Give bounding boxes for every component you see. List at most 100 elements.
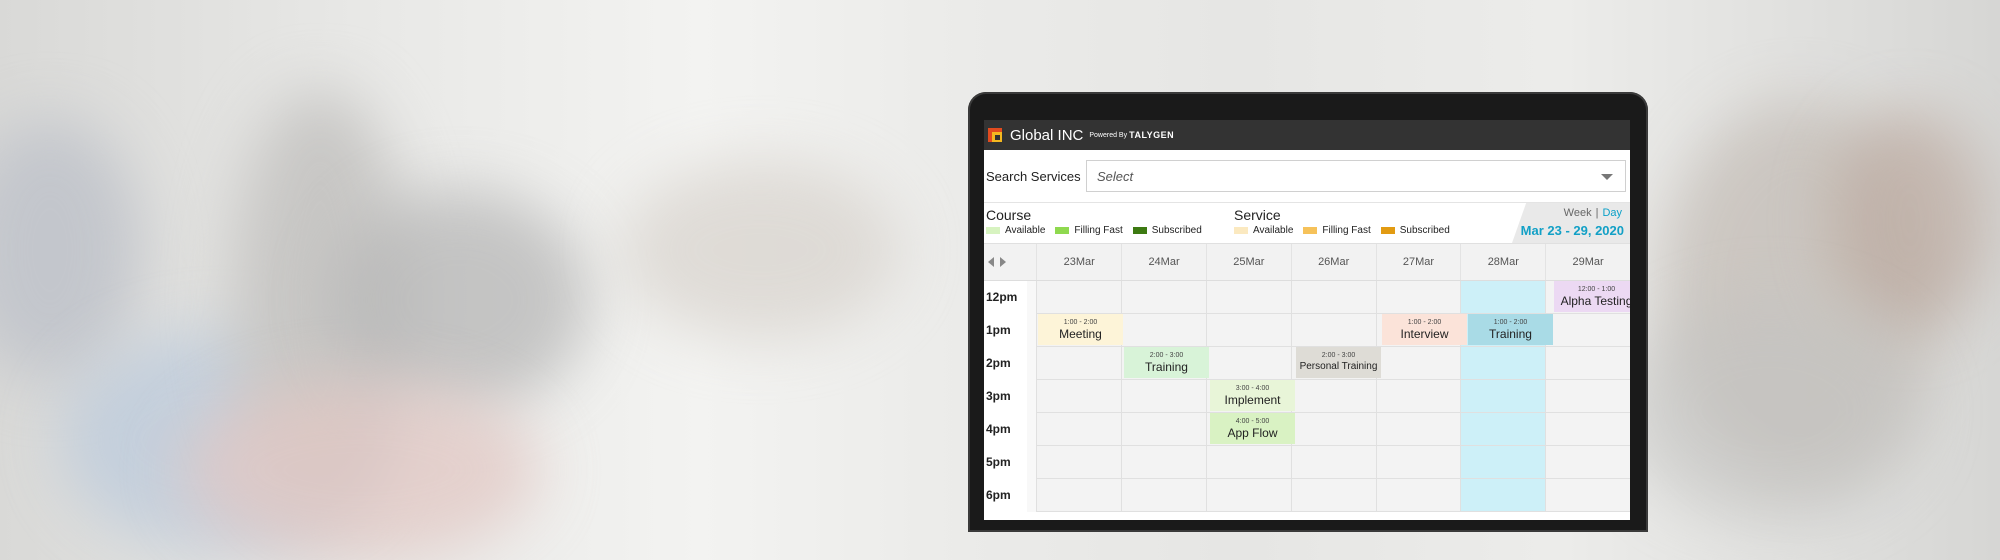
app-name: Global INC	[1010, 126, 1084, 144]
legend-label: Subscribed	[1151, 225, 1202, 236]
prev-arrow-icon[interactable]	[988, 257, 994, 267]
calendar-cell[interactable]	[1121, 314, 1206, 347]
legend-item: Subscribed	[1132, 225, 1202, 236]
time-label: 6pm	[984, 479, 1028, 512]
background-blur	[620, 160, 900, 340]
calendar-grid: 12pm 1pm 2pm 3pm 4pm 5pm 6pm 12:00 - 1:00 Alpha …	[984, 281, 1630, 512]
calendar-cell[interactable]	[1545, 380, 1630, 413]
calendar-cell[interactable]	[1121, 413, 1206, 446]
event-title: App Flow	[1227, 426, 1278, 440]
calendar-cell[interactable]	[1121, 380, 1206, 413]
legend-item: Available	[986, 225, 1045, 236]
calendar-cell[interactable]	[1375, 446, 1461, 479]
legend-item: Available	[1234, 225, 1293, 236]
calendar-cell[interactable]	[1290, 446, 1376, 479]
calendar-cell[interactable]	[1121, 446, 1206, 479]
legend-label: Filling Fast	[1074, 225, 1123, 236]
event-title: Interview	[1400, 327, 1449, 341]
calendar-cell[interactable]	[1460, 446, 1546, 479]
event-time: 1:00 - 2:00	[1063, 319, 1098, 326]
row-spacer	[1027, 281, 1037, 314]
calendar-event[interactable]: 1:00 - 2:00 Interview	[1382, 314, 1467, 345]
time-row: 12pm	[984, 281, 1630, 314]
time-label: 1pm	[984, 314, 1028, 347]
next-arrow-icon[interactable]	[1000, 257, 1006, 267]
calendar-cell[interactable]	[1036, 413, 1122, 446]
calendar-cell[interactable]	[1036, 281, 1122, 314]
calendar-cell[interactable]	[1036, 347, 1122, 380]
calendar-cell[interactable]	[1545, 446, 1630, 479]
swatch-filling-fast	[1303, 227, 1318, 234]
background-blur	[1620, 300, 1920, 520]
legend-item: Filling Fast	[1055, 225, 1123, 236]
time-label: 4pm	[984, 413, 1028, 446]
legend-item: Filling Fast	[1303, 225, 1371, 236]
legend-service: Service Available Filling Fast Subscribe…	[1234, 207, 1460, 236]
background-blur	[0, 120, 140, 380]
view-week-button[interactable]: Week	[1564, 207, 1592, 219]
background-blur	[330, 190, 590, 410]
calendar-cell[interactable]	[1460, 380, 1546, 413]
day-header: 24Mar	[1121, 244, 1206, 280]
row-spacer	[1027, 446, 1037, 479]
day-header: 29Mar	[1545, 244, 1630, 280]
calendar-event[interactable]: 2:00 - 3:00 Personal Training	[1296, 347, 1381, 378]
event-time: 1:00 - 2:00	[1493, 319, 1528, 326]
legend-label: Available	[1253, 225, 1294, 236]
calendar-cell[interactable]	[1545, 314, 1630, 347]
day-header: 25Mar	[1205, 244, 1291, 280]
calendar-cell[interactable]	[1290, 380, 1376, 413]
event-title: Meeting	[1059, 327, 1102, 341]
row-spacer	[1027, 347, 1037, 380]
laptop-screen: Global INC Powered By TALYGEN Search Ser…	[984, 120, 1630, 520]
calendar-cell[interactable]	[1205, 347, 1291, 380]
calendar-cell[interactable]	[1205, 479, 1291, 512]
calendar-event[interactable]: 3:00 - 4:00 Implement	[1210, 380, 1295, 411]
calendar-cell[interactable]	[1375, 281, 1461, 314]
calendar-event[interactable]: 2:00 - 3:00 Training	[1124, 347, 1209, 378]
calendar-event[interactable]: 1:00 - 2:00 Training	[1468, 314, 1553, 345]
view-separator: |	[1595, 207, 1599, 219]
view-day-button[interactable]: Day	[1602, 207, 1622, 219]
calendar-cell[interactable]	[1205, 281, 1291, 314]
calendar-cell[interactable]	[1205, 446, 1291, 479]
calendar-cell[interactable]	[1460, 479, 1546, 512]
calendar-cell[interactable]	[1036, 446, 1122, 479]
calendar-cell[interactable]	[1375, 413, 1461, 446]
calendar-event[interactable]: 4:00 - 5:00 App Flow	[1210, 413, 1295, 444]
calendar-event[interactable]: 12:00 - 1:00 Alpha Testing	[1554, 281, 1630, 312]
legend-title: Service	[1234, 207, 1281, 223]
chevron-down-icon[interactable]	[1601, 174, 1613, 180]
legend-row: Course Available Filling Fast Subscribed	[984, 203, 1630, 244]
time-label: 2pm	[984, 347, 1028, 380]
calendar-cell[interactable]	[1290, 281, 1376, 314]
search-services-select[interactable]: Select	[1086, 160, 1626, 192]
calendar-cell[interactable]	[1205, 314, 1291, 347]
day-header: 27Mar	[1375, 244, 1461, 280]
calendar-cell[interactable]	[1290, 479, 1376, 512]
calendar-cell[interactable]	[1121, 479, 1206, 512]
calendar-cell[interactable]	[1290, 413, 1376, 446]
calendar-cell[interactable]	[1460, 281, 1546, 314]
calendar-cell[interactable]	[1545, 479, 1630, 512]
time-label: 12pm	[984, 281, 1028, 314]
calendar-cell[interactable]	[1545, 413, 1630, 446]
day-header: 26Mar	[1290, 244, 1376, 280]
event-title: Training	[1489, 327, 1532, 341]
calendar-cell[interactable]	[1121, 281, 1206, 314]
swatch-subscribed	[1380, 227, 1395, 234]
calendar-cell[interactable]	[1375, 479, 1461, 512]
legend-label: Available	[1005, 225, 1046, 236]
calendar-cell[interactable]	[1290, 314, 1376, 347]
calendar-cell[interactable]	[1460, 413, 1546, 446]
event-title: Personal Training	[1299, 361, 1378, 372]
calendar-cell[interactable]	[1036, 479, 1122, 512]
calendar-event[interactable]: 1:00 - 2:00 Meeting	[1038, 314, 1123, 345]
calendar-cell[interactable]	[1460, 347, 1546, 380]
calendar-cell[interactable]	[1375, 347, 1461, 380]
calendar-cell[interactable]	[1545, 347, 1630, 380]
calendar-cell[interactable]	[1375, 380, 1461, 413]
row-spacer	[1027, 314, 1037, 347]
calendar-cell[interactable]	[1036, 380, 1122, 413]
select-placeholder: Select	[1097, 168, 1134, 184]
